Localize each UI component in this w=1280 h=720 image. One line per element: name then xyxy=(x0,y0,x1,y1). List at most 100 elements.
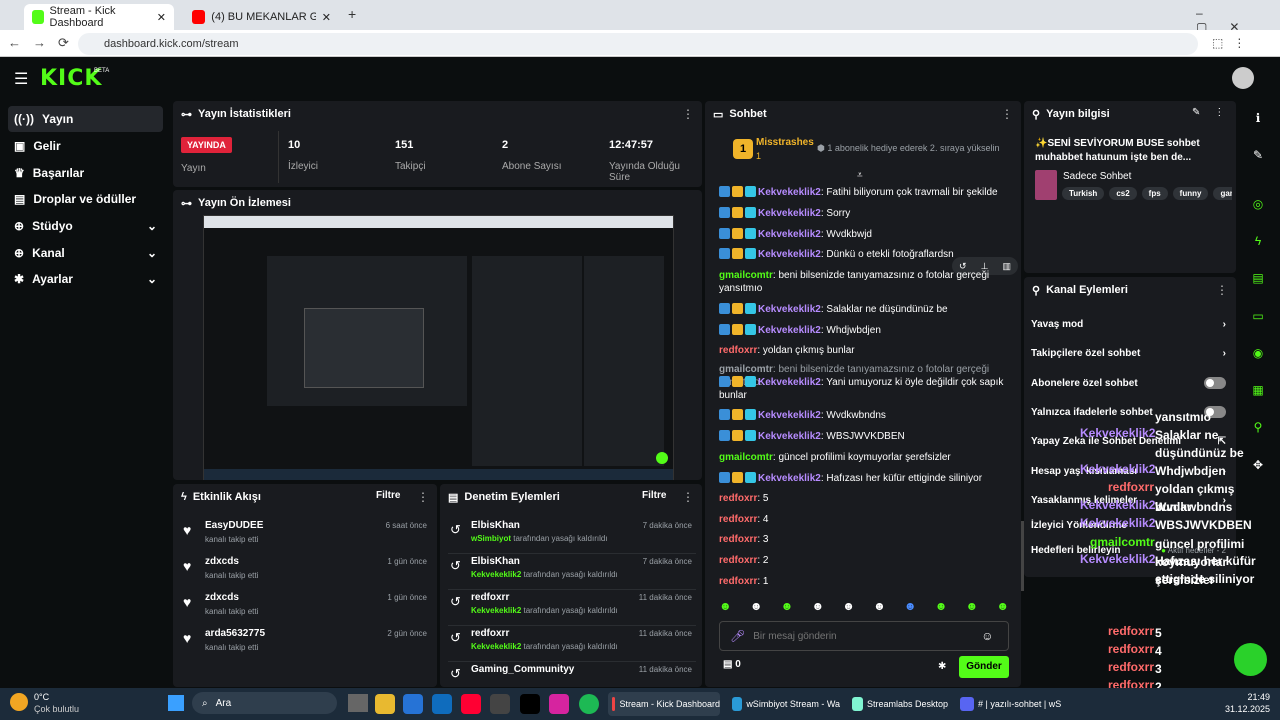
browser-menu-icons[interactable]: ⬚⋮ xyxy=(1212,36,1255,50)
more-options-icon[interactable]: ⋮ xyxy=(682,490,694,504)
chat-username[interactable]: Kekvekeklik2 xyxy=(758,249,821,260)
chat-username[interactable]: Kekvekeklik2 xyxy=(758,377,821,388)
taskview-icon[interactable] xyxy=(348,694,368,712)
taskbar-app-edge[interactable]: wSimbiyot Stream - Wa xyxy=(728,692,840,716)
chat-icon[interactable]: ▭ xyxy=(1243,303,1273,329)
sidebar-item-studyo[interactable]: ⊕ Stüdyo ⌄ xyxy=(8,213,163,239)
url-input[interactable]: dashboard.kick.com/stream xyxy=(78,33,1198,55)
taskbar-search[interactable]: ⌕ Ara xyxy=(192,692,337,714)
chat-message[interactable]: redfoxrr: yoldan çıkmış bunlar xyxy=(719,344,1019,357)
new-tab-icon[interactable]: + xyxy=(348,6,356,22)
chat-username[interactable]: Kekvekeklik2 xyxy=(758,208,821,219)
tag[interactable]: funny xyxy=(1172,187,1209,200)
sidebar-item-ayarlar[interactable]: ✱ Ayarlar ⌄ xyxy=(8,266,163,292)
collapse-icon[interactable]: ⩡ xyxy=(857,170,863,181)
emote-icon[interactable]: ☻ xyxy=(750,599,763,617)
chat-message[interactable]: redfoxrr: 3 xyxy=(719,533,1019,546)
send-button[interactable]: Gönder xyxy=(959,656,1009,678)
taskbar-app-chrome[interactable]: Stream - Kick Dashboard xyxy=(608,692,720,716)
store-icon[interactable] xyxy=(403,694,423,714)
youtube-icon[interactable] xyxy=(461,694,481,714)
chat-message[interactable]: redfoxrr: 1 xyxy=(719,575,1019,588)
chat-username[interactable]: Kekvekeklik2 xyxy=(758,473,821,484)
windows-start-icon[interactable] xyxy=(168,695,184,711)
weather-temp[interactable]: 0°C xyxy=(34,692,49,702)
chat-message[interactable]: Kekvekeklik2: Whdjwbdjen xyxy=(719,324,1019,337)
emote-icon[interactable]: ☻ xyxy=(781,599,794,617)
nav-buttons[interactable]: ←→⟳ xyxy=(8,35,81,51)
filter-button[interactable]: Filtre xyxy=(376,490,400,501)
floating-action-button[interactable] xyxy=(1234,643,1267,676)
chat-username[interactable]: Kekvekeklik2 xyxy=(758,304,821,315)
tiktok-icon[interactable] xyxy=(520,694,540,714)
mic-icon[interactable]: 🎤︎ xyxy=(730,629,745,643)
emote-icon[interactable]: ☻ xyxy=(904,599,917,617)
chat-message[interactable]: Kekvekeklik2: Yani umuyoruz ki öyle deği… xyxy=(719,376,1019,402)
sidebar-item-basarilar[interactable]: ♛ Başarılar xyxy=(8,160,163,186)
spotify-icon[interactable] xyxy=(579,694,599,714)
chat-username[interactable]: redfoxrr xyxy=(719,345,757,356)
action-slow-mode[interactable]: Yavaş mod › xyxy=(1031,319,1226,330)
chat-username[interactable]: redfoxrr xyxy=(719,514,757,525)
emote-icon[interactable]: ☻ xyxy=(966,599,979,617)
chat-username[interactable]: Kekvekeklik2 xyxy=(758,229,821,240)
more-options-icon[interactable]: ⋮ xyxy=(417,490,429,504)
chat-username[interactable]: redfoxrr xyxy=(719,493,757,504)
emote-icon[interactable]: ☻ xyxy=(842,599,855,617)
chat-input[interactable]: 🎤︎ ☺ xyxy=(719,621,1009,651)
app-icon[interactable] xyxy=(490,694,510,714)
chat-username[interactable]: redfoxrr xyxy=(719,576,757,587)
chat-message[interactable]: Kekvekeklik2: Salaklar ne düşündünüz be xyxy=(719,303,1019,316)
tag[interactable]: fps xyxy=(1141,187,1168,200)
chat-message[interactable]: redfoxrr: 4 xyxy=(719,513,1019,526)
sidebar-item-gelir[interactable]: ▣ Gelir xyxy=(8,133,163,159)
sidebar-item-yayin[interactable]: ((·)) Yayın xyxy=(8,106,163,132)
more-options-icon[interactable]: ⋮ xyxy=(682,107,694,121)
tag[interactable]: cs2 xyxy=(1109,187,1137,200)
tab-youtube[interactable]: (4) BU MEKANLAR GERÇEKTEN✕ xyxy=(184,4,339,30)
clock-time[interactable]: 21:49 xyxy=(1218,692,1270,702)
sidebar-item-droplar[interactable]: ▤ Droplar ve ödüller xyxy=(8,186,163,212)
chat-message[interactable]: redfoxrr: 5 xyxy=(719,492,1019,505)
clock-date[interactable]: 31.12.2025 xyxy=(1218,704,1270,714)
more-options-icon[interactable]: ⋮ xyxy=(1001,107,1013,121)
chat-username[interactable]: Kekvekeklik2 xyxy=(758,431,821,442)
instagram-icon[interactable] xyxy=(549,694,569,714)
taskbar-app-streamlabs[interactable]: Streamlabs Desktop xyxy=(848,692,948,716)
tag[interactable]: gam xyxy=(1213,187,1232,200)
chat-message[interactable]: Kekvekeklik2: Fatihi biliyorum çok travm… xyxy=(719,186,1019,199)
chat-username[interactable]: redfoxrr xyxy=(719,534,757,545)
emote-icon[interactable]: ☻ xyxy=(935,599,948,617)
pencil-icon[interactable]: ✎ xyxy=(1243,142,1273,168)
close-tab-icon[interactable]: ✕ xyxy=(322,11,331,24)
taskbar-app-discord[interactable]: # | yazılı-sohbet | wS xyxy=(956,692,1066,716)
chat-message[interactable]: Kekvekeklik2: Dünkü o etekli fotoğraflar… xyxy=(719,248,1019,261)
close-tab-icon[interactable]: ✕ xyxy=(157,11,166,24)
bolt-icon[interactable]: ϟ xyxy=(1243,228,1273,254)
chat-username[interactable]: gmailcomtr xyxy=(719,364,773,375)
chat-message[interactable]: Kekvekeklik2: WBSJWVKDBEN xyxy=(719,430,1019,443)
emote-icon[interactable]: ☻ xyxy=(719,599,732,617)
pinned-user[interactable]: Misstrashes xyxy=(756,137,814,148)
chat-message[interactable]: Kekvekeklik2: Wvdkwbndns xyxy=(719,409,1019,422)
emote-icon[interactable]: ☻ xyxy=(811,599,824,617)
chat-username[interactable]: Kekvekeklik2 xyxy=(758,325,821,336)
stream-preview-video[interactable] xyxy=(203,215,674,480)
edit-icons[interactable]: ✎⋮ xyxy=(1192,107,1238,118)
hamburger-menu-icon[interactable]: ☰ xyxy=(14,69,28,89)
chat-message[interactable]: redfoxrr: 2 xyxy=(719,554,1019,567)
emote-icon[interactable]: ☻ xyxy=(873,599,886,617)
grid-icon[interactable]: ▦ xyxy=(1243,377,1273,403)
chat-message[interactable]: Kekvekeklik2: Hafızası her küfür ettigin… xyxy=(719,472,1019,485)
outlook-icon[interactable] xyxy=(432,694,452,714)
chat-username[interactable]: Kekvekeklik2 xyxy=(758,187,821,198)
filter-button[interactable]: Filtre xyxy=(642,490,666,501)
chat-message[interactable]: Kekvekeklik2: Wvdkbwjd xyxy=(719,228,1019,241)
category-label[interactable]: Sadece Sohbet xyxy=(1063,171,1131,182)
emote-icon[interactable]: ☻ xyxy=(996,599,1009,617)
chat-username[interactable]: gmailcomtr xyxy=(719,270,773,281)
action-followers-only[interactable]: Takipçilere özel sohbet › xyxy=(1031,348,1226,359)
avatar[interactable] xyxy=(1232,67,1254,89)
more-options-icon[interactable]: ⋮ xyxy=(1216,283,1228,297)
files-icon[interactable] xyxy=(375,694,395,714)
